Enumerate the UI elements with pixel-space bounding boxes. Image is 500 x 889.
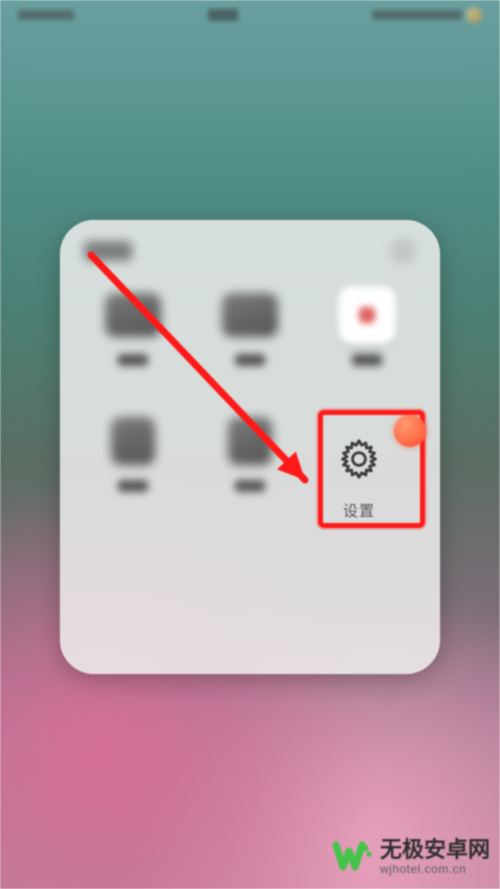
status-orange-icon — [466, 7, 482, 23]
folder-app-2[interactable] — [191, 286, 308, 406]
status-right — [372, 7, 482, 23]
settings-app[interactable]: 设置 — [332, 432, 386, 521]
app-label — [235, 354, 265, 366]
settings-notification-badge — [394, 415, 426, 447]
watermark-logo-icon — [332, 837, 372, 877]
blur-app-icon — [111, 417, 155, 465]
status-bar — [0, 4, 500, 26]
blur-app-icon — [222, 293, 278, 337]
folder-title — [84, 241, 132, 261]
folder-app-4[interactable] — [74, 412, 191, 532]
watermark-sub: wjhotel.com.cn — [380, 863, 490, 876]
folder-app-1[interactable] — [74, 286, 191, 406]
watermark-text: 无极安卓网 wjhotel.com.cn — [380, 838, 490, 875]
watermark: 无极安卓网 wjhotel.com.cn — [332, 837, 490, 877]
folder-header — [60, 220, 440, 274]
app-label — [118, 354, 148, 366]
status-time — [208, 9, 238, 21]
status-left — [18, 10, 74, 20]
blur-app-icon — [105, 293, 161, 337]
folder-more-icon[interactable] — [390, 238, 416, 264]
watermark-main: 无极安卓网 — [380, 838, 490, 862]
folder-app-5[interactable] — [191, 412, 308, 532]
gear-icon — [332, 432, 386, 486]
blur-app-icon — [228, 417, 272, 465]
settings-app-label: 设置 — [343, 500, 375, 521]
app-label — [235, 480, 265, 492]
folder-app-3[interactable] — [309, 286, 426, 406]
phone-screen: 设置 无极安卓网 wjhotel.com.cn — [0, 0, 500, 889]
white-card-icon — [338, 286, 396, 344]
app-label — [118, 480, 148, 492]
app-label — [352, 354, 382, 366]
